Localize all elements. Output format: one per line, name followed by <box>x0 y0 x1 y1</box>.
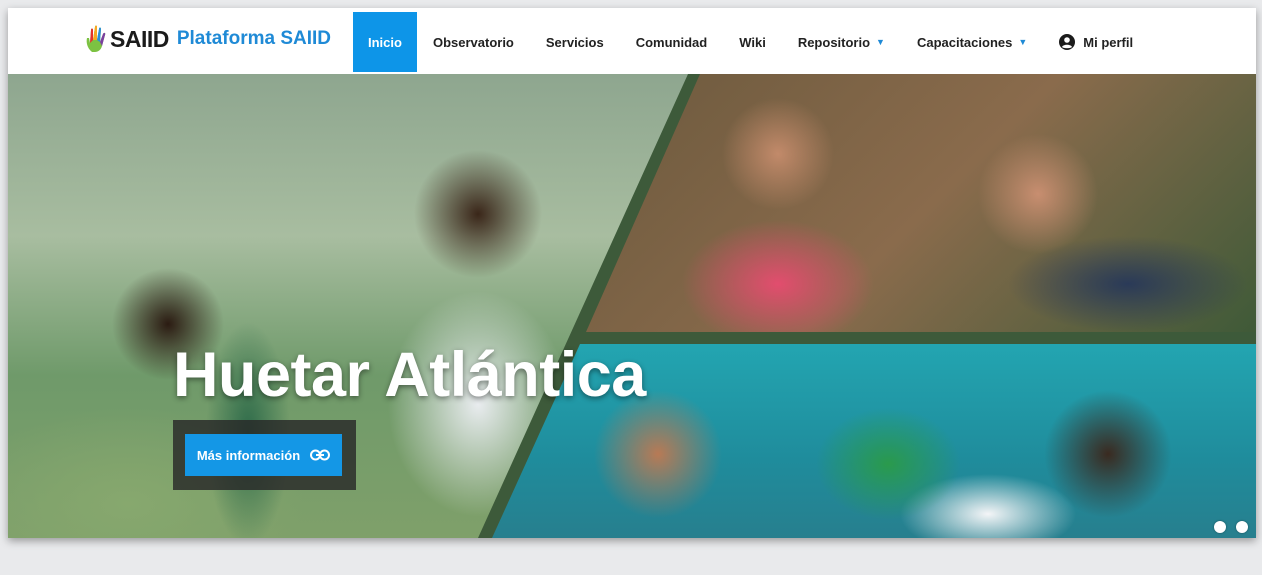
top-navbar: SAIID Plataforma SAIID Inicio Observator… <box>8 8 1256 74</box>
main-nav: Inicio Observatorio Servicios Comunidad … <box>353 12 1149 72</box>
nav-item-comunidad[interactable]: Comunidad <box>620 12 724 72</box>
nav-item-label: Observatorio <box>432 34 514 50</box>
user-circle-icon <box>1059 34 1076 50</box>
nav-item-label: Servicios <box>545 34 604 50</box>
carousel-dot-1[interactable] <box>1214 521 1226 533</box>
carousel-dot-2[interactable] <box>1236 521 1248 533</box>
nav-item-label: Capacitaciones <box>916 34 1013 50</box>
nav-item-mi-perfil[interactable]: Mi perfil <box>1043 12 1149 72</box>
nav-item-repositorio[interactable]: Repositorio ▼ <box>782 12 901 72</box>
nav-item-label: Mi perfil <box>1083 34 1134 50</box>
logo-brand-text: SAIID <box>110 25 169 52</box>
nav-item-observatorio[interactable]: Observatorio <box>417 12 530 72</box>
page-frame: SAIID Plataforma SAIID Inicio Observator… <box>8 8 1256 538</box>
nav-item-capacitaciones[interactable]: Capacitaciones ▼ <box>901 12 1043 72</box>
nav-item-label: Comunidad <box>635 34 708 50</box>
nav-item-label: Wiki <box>739 34 766 50</box>
hand-logo-icon <box>86 25 106 52</box>
link-icon <box>310 449 331 461</box>
cta-container: Más información <box>173 420 356 490</box>
nav-item-inicio[interactable]: Inicio <box>353 12 417 72</box>
site-logo[interactable]: SAIID Plataforma SAIID <box>83 22 331 56</box>
nav-item-wiki[interactable]: Wiki <box>723 12 782 72</box>
nav-item-servicios[interactable]: Servicios <box>530 12 620 72</box>
carousel-indicators <box>1214 521 1248 533</box>
cta-label: Más información <box>196 447 301 463</box>
nav-item-label: Inicio <box>368 34 402 50</box>
caret-down-icon: ▼ <box>876 37 885 47</box>
hero-title: Huetar Atlántica <box>173 340 646 410</box>
nav-item-label: Repositorio <box>797 34 871 50</box>
caret-down-icon: ▼ <box>1018 37 1028 47</box>
logo-platform-text: Plataforma SAIID <box>176 28 331 49</box>
hero-carousel: Huetar Atlántica Más información <box>8 74 1256 538</box>
mas-informacion-button[interactable]: Más información <box>185 434 342 476</box>
